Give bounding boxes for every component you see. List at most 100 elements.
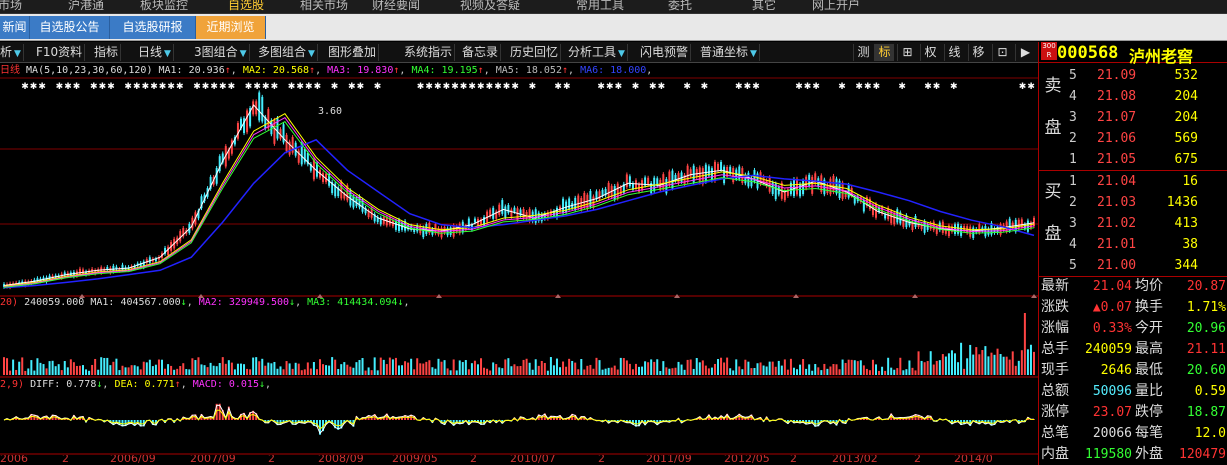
tab-item[interactable]: 自选股研报 [110,16,196,39]
tab-item[interactable]: 近期浏览 [196,16,266,39]
toolbar-right-button[interactable]: ▶ [1015,44,1035,61]
toolbar-right-button[interactable]: 线 [944,44,964,61]
toolbar-button[interactable]: 图形叠加 [326,44,380,61]
signal-marker: ✱ [597,82,605,92]
toolbar-button[interactable]: 多图组合 ▼ [256,44,318,61]
candle-body [689,169,692,177]
top-nav-item[interactable]: 市场 [0,0,22,13]
orderbook-row[interactable]: 3 21.02 413 [1039,213,1227,234]
toolbar-right-button[interactable]: 标 [874,44,894,61]
stat-label: 内盘 [1041,446,1069,462]
volume-bar [343,362,346,375]
volume-bar [36,358,39,375]
toolbar-button[interactable]: 历史回忆 [508,44,562,61]
volume-bar [267,362,270,375]
orderbook-level: 5 [1069,68,1077,83]
orderbook-price: 21.02 [1097,216,1137,231]
orderbook-volume: 16 [1182,174,1198,189]
orderbook-side-label: 卖 [1044,76,1062,96]
volume-bar [480,358,483,375]
signal-marker: ✱ [314,82,322,92]
orderbook-volume: 413 [1174,216,1198,231]
top-nav-item[interactable]: 视频及答疑 [460,0,520,13]
top-nav-item[interactable]: 自选股 [228,0,264,13]
toolbar-button[interactable]: 3图组合 ▼ [192,44,250,61]
orderbook-row[interactable]: 3 21.07 204 [1039,107,1227,128]
tab-item[interactable]: 新闻 [0,16,30,39]
tab-item[interactable]: 自选股公告 [30,16,110,39]
orderbook-row[interactable]: 2 21.06 569 [1039,128,1227,149]
orderbook-row[interactable]: 5 21.09 532 [1039,65,1227,86]
top-nav-item[interactable]: 网上开户 [812,0,860,13]
orderbook-volume: 532 [1174,68,1198,83]
toolbar-right-button[interactable]: 测 [853,44,873,61]
orderbook-row[interactable]: 1 21.05 675 [1039,149,1227,170]
volume-bar [841,359,844,375]
volume-bar [619,357,622,375]
volume-bar [1033,351,1035,375]
orderbook-row[interactable]: 1 21.04 16 [1039,171,1227,192]
orderbook-row[interactable]: 4 21.08 204 [1039,86,1227,107]
volume-bar [796,369,799,375]
volume-bar [246,368,249,375]
top-nav-item[interactable]: 其它 [752,0,776,13]
volume-bar [151,366,154,375]
volume-bar [45,368,48,375]
top-nav-bar: 市场 沪港通 板块监控 自选股 相关市场 财经要闻 视频及答疑 常用工具 委托 其它 网上开户 [0,0,1227,14]
orderbook-row[interactable]: 4 21.01 38 [1039,234,1227,255]
top-nav-item[interactable]: 财经要闻 [372,0,420,13]
volume-bar [109,365,112,375]
volume-bar [376,370,379,375]
top-nav-item[interactable]: 相关市场 [300,0,348,13]
toolbar-button[interactable]: 析 ▼ [0,44,24,61]
volume-bar [707,368,710,375]
toolbar-right-button[interactable]: ⊡ [992,44,1012,61]
volume-bar [571,360,574,375]
toolbar-button-label: 闪电预警 [640,45,689,59]
volume-bar [868,370,871,375]
volume-bar [255,357,258,375]
toolbar-right-button[interactable]: 权 [920,44,940,61]
toolbar-button[interactable]: 日线 ▼ [136,44,174,61]
top-nav-item[interactable]: 常用工具 [576,0,624,13]
volume-bar [774,366,777,375]
top-nav-item[interactable]: 委托 [668,0,692,13]
candle-body [167,246,170,255]
volume-bar [1002,356,1005,375]
orderbook-row[interactable]: 2 21.03 1436 [1039,192,1227,213]
top-nav-item[interactable]: 板块监控 [140,0,188,13]
volume-bar [227,360,230,375]
volume-bar [185,369,188,375]
toolbar-button[interactable]: 指标 [92,44,122,61]
toolbar-button[interactable]: 备忘录 [460,44,502,61]
volume-bar [792,367,795,375]
toolbar-right-button[interactable]: 移 [968,44,988,61]
volume-bar [48,361,51,375]
toolbar-button[interactable]: 普通坐标 ▼ [698,44,760,61]
signal-marker: ✱ [357,82,365,92]
x-axis-label: 2 [62,455,69,465]
signal-marker: ✱ [288,82,296,92]
toolbar-button[interactable]: 闪电预警 [638,44,692,61]
kline-chart[interactable]: ✱ ✱ ✱ ✱ ✱ ✱ ✱ ✱ ✱ ✱ ✱ ✱ ✱ ✱ ✱ ✱ ✱ ✱ ✱ ✱ ✱ ✱ ✱ ✱ ✱ ✱ ✱ ✱ ✱ ✱ ✱ ✱ ✱ ✱ ✱ ✱ ✱ ✱ ✱ ✱… [0,64,1038,455]
candle-body [647,177,650,185]
toolbar-right-button[interactable]: ⊞ [897,44,917,61]
volume-bar [598,360,601,375]
top-nav-item[interactable]: 沪港通 [68,0,104,13]
stock-header[interactable]: 300 R 000568 泸州老窖 [1039,42,1227,66]
orderbook-volume: 1436 [1166,195,1198,210]
toolbar-button[interactable]: 系统指示 [402,44,456,61]
volume-bar [720,357,723,375]
volume-bar [3,357,5,375]
toolbar-button[interactable]: 分析工具 ▼ [566,44,628,61]
volume-bar [470,363,473,375]
stat-label: 均价 [1135,278,1163,294]
stat-value: 0.59 [1194,384,1226,399]
x-axis-label: 2010/07 [510,455,556,465]
orderbook-row[interactable]: 5 21.00 344 [1039,255,1227,276]
toolbar-button[interactable]: F10资料 [34,44,86,61]
candle-body [322,173,325,182]
signal-marker: ✱ [262,82,270,92]
volume-bar [233,369,236,375]
volume-bar [252,357,255,375]
